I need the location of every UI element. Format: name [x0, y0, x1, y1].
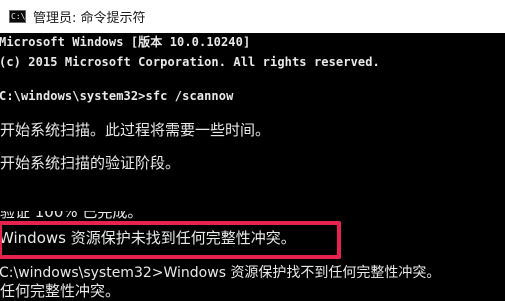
wrapped-result-line: 任何完整性冲突。	[0, 282, 121, 300]
scan-start-line: 开始系统扫描。此过程将需要一些时间。	[0, 121, 271, 139]
highlight-box	[0, 221, 341, 259]
command-prompt-window: C:\ 管理员: 命令提示符 Microsoft Windows [版本 10.…	[0, 0, 505, 301]
copyright-line: (c) 2015 Microsoft Corporation. All righ…	[0, 55, 380, 69]
cmd-console-icon: C:\	[9, 10, 26, 23]
console-output[interactable]: Microsoft Windows [版本 10.0.10240] (c) 20…	[0, 33, 505, 301]
verification-phase-line: 开始系统扫描的验证阶段。	[0, 154, 181, 172]
verification-complete-text: 验证 100% 已完成。	[0, 211, 143, 220]
command-line: C:\windows\system32>sfc /scannow	[0, 89, 234, 103]
title-bar[interactable]: C:\ 管理员: 命令提示符	[0, 0, 505, 33]
version-line: Microsoft Windows [版本 10.0.10240]	[0, 35, 251, 49]
verification-complete-line: 验证 100% 已完成。	[0, 211, 142, 220]
prompt-result-line: C:\windows\system32>Windows 资源保护找不到任何完整性…	[0, 265, 441, 281]
window-title: 管理员: 命令提示符	[33, 11, 146, 26]
